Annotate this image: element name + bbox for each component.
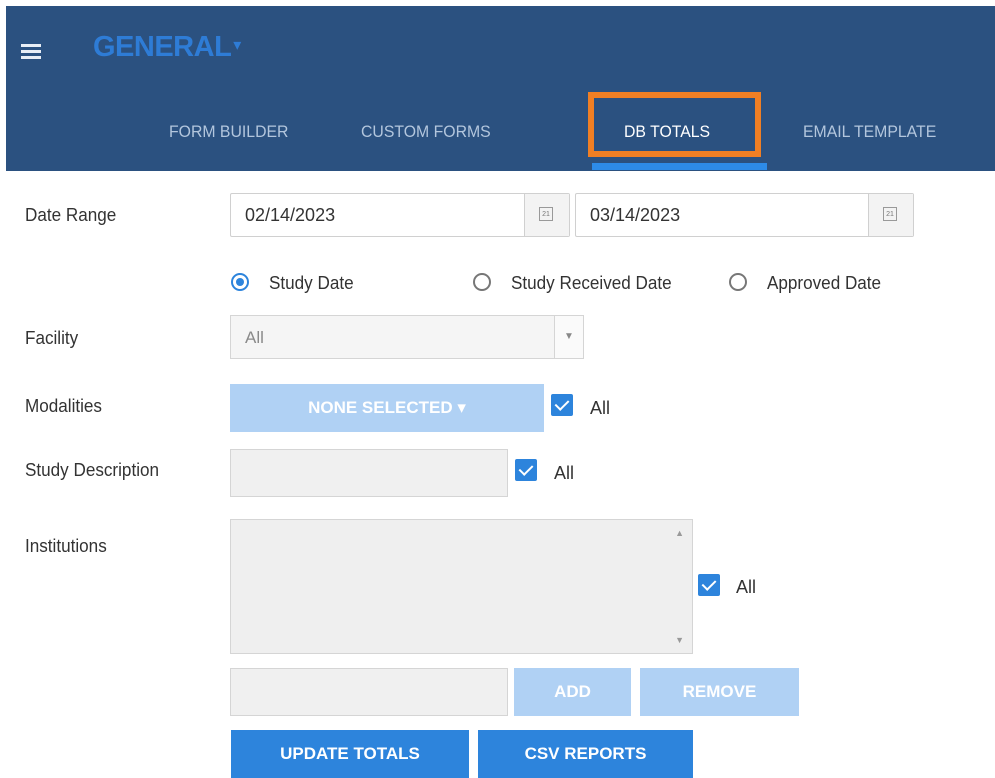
section-dropdown[interactable]: GENERAL ▾ xyxy=(93,31,241,64)
study-date-label: Study Date xyxy=(269,273,354,293)
start-calendar-button[interactable]: 21 xyxy=(524,194,569,236)
update-totals-button[interactable]: UPDATE TOTALS xyxy=(231,730,469,778)
calendar-icon: 21 xyxy=(883,207,897,221)
modalities-dropdown[interactable]: NONE SELECTED ▾ xyxy=(230,384,544,432)
institutions-label: Institutions xyxy=(25,536,107,556)
start-date-value: 02/14/2023 xyxy=(245,205,336,225)
start-date-field[interactable]: 02/14/2023 21 xyxy=(230,193,570,237)
study-received-date-radio[interactable] xyxy=(473,273,491,291)
approved-date-label: Approved Date xyxy=(767,273,882,293)
tab-bar: FORM BUILDER CUSTOM FORMS DB TOTALS EMAI… xyxy=(6,106,995,171)
facility-value: All xyxy=(245,328,264,347)
approved-date-radio[interactable] xyxy=(729,273,747,291)
study-description-input[interactable] xyxy=(230,449,508,497)
active-tab-indicator xyxy=(592,163,767,170)
tab-db-totals[interactable]: DB TOTALS xyxy=(624,122,710,142)
facility-select[interactable]: All ▼ xyxy=(230,315,584,359)
tab-custom-forms[interactable]: CUSTOM FORMS xyxy=(361,122,491,142)
modalities-all-checkbox[interactable] xyxy=(551,394,573,416)
chevron-down-icon: ▼ xyxy=(554,316,583,358)
facility-label: Facility xyxy=(25,328,79,348)
end-calendar-button[interactable]: 21 xyxy=(868,194,913,236)
modalities-all-label: All xyxy=(590,398,611,418)
institutions-listbox[interactable]: ▲ ▼ xyxy=(230,519,693,654)
csv-reports-button[interactable]: CSV REPORTS xyxy=(478,730,693,778)
section-title: GENERAL xyxy=(93,31,232,63)
tab-email-template[interactable]: EMAIL TEMPLATE xyxy=(803,122,936,142)
chevron-down-icon: ▾ xyxy=(233,37,241,54)
top-navbar: GENERAL ▾ FORM BUILDER CUSTOM FORMS DB TO… xyxy=(6,6,995,171)
study-description-all-checkbox[interactable] xyxy=(515,459,537,481)
study-description-label: Study Description xyxy=(25,460,160,480)
add-button[interactable]: ADD xyxy=(514,668,631,716)
modalities-dropdown-label: NONE SELECTED xyxy=(308,398,453,417)
scroll-down-icon[interactable]: ▼ xyxy=(675,635,684,645)
calendar-icon: 21 xyxy=(539,207,553,221)
chevron-down-icon: ▾ xyxy=(457,398,466,417)
institutions-all-checkbox[interactable] xyxy=(698,574,720,596)
end-date-field[interactable]: 03/14/2023 21 xyxy=(575,193,914,237)
institution-input[interactable] xyxy=(230,668,508,716)
study-date-radio[interactable] xyxy=(231,273,249,291)
date-range-label: Date Range xyxy=(25,205,117,225)
institutions-all-label: All xyxy=(736,577,757,597)
study-received-date-label: Study Received Date xyxy=(511,273,672,293)
modalities-label: Modalities xyxy=(25,396,102,416)
end-date-value: 03/14/2023 xyxy=(590,205,681,225)
scroll-up-icon[interactable]: ▲ xyxy=(675,528,684,538)
remove-button[interactable]: REMOVE xyxy=(640,668,799,716)
hamburger-menu-icon[interactable] xyxy=(21,44,41,60)
study-description-all-label: All xyxy=(554,463,575,483)
tab-form-builder[interactable]: FORM BUILDER xyxy=(169,122,288,142)
